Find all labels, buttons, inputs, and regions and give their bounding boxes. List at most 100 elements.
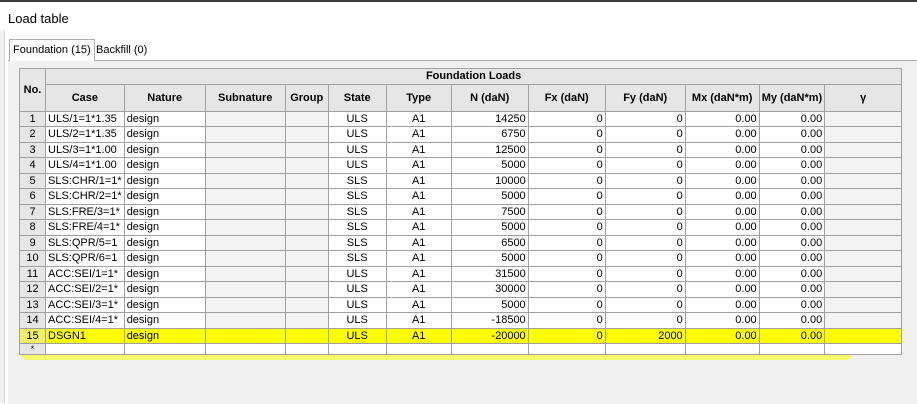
cell-gamma[interactable] [824,265,903,282]
cell-gamma[interactable] [824,281,903,298]
cell-group[interactable] [284,172,329,189]
cell-fx[interactable]: 0 [527,126,606,143]
row-number[interactable]: 9 [19,234,46,251]
cell-group[interactable] [284,296,329,313]
new-row-cell[interactable] [527,343,606,355]
cell-gamma[interactable] [824,141,903,158]
cell-subnature[interactable] [204,126,286,143]
cell-state[interactable]: ULS [327,110,387,127]
cell-mx[interactable]: 0.00 [684,312,760,329]
cell-state[interactable]: ULS [327,296,387,313]
cell-subnature[interactable] [204,265,286,282]
cell-subnature[interactable] [204,327,286,344]
cell-subnature[interactable] [204,157,286,174]
table-row[interactable]: 8 SLS:FRE/4=1* design SLS A1 5000 0 0 0.00 0.00 [19,219,903,236]
cell-type[interactable]: A1 [385,126,452,143]
cell-gamma[interactable] [824,172,903,189]
cell-nature[interactable]: design [123,265,206,282]
cell-case[interactable]: ACC:SEI/1=1* [45,265,125,282]
table-row[interactable]: 9 SLS:QPR/5=1 design SLS A1 6500 0 0 0.00 0.00 [19,234,903,251]
cell-mx[interactable]: 0.00 [684,265,760,282]
new-row-cell[interactable] [824,343,903,355]
cell-case[interactable]: ULS/1=1*1.35 [45,110,125,127]
new-row-cell[interactable] [385,343,452,355]
cell-n[interactable]: 5000 [450,157,529,174]
column-header-group[interactable]: Group [284,83,329,112]
cell-subnature[interactable] [204,250,286,267]
cell-nature[interactable]: design [123,126,206,143]
cell-case[interactable]: SLS:QPR/6=1 [45,250,125,267]
cell-nature[interactable]: design [123,312,206,329]
cell-my[interactable]: 0.00 [758,296,826,313]
cell-group[interactable] [284,219,329,236]
cell-subnature[interactable] [204,203,286,220]
cell-mx[interactable]: 0.00 [684,172,760,189]
cell-type[interactable]: A1 [385,250,452,267]
cell-type[interactable]: A1 [385,312,452,329]
cell-fx[interactable]: 0 [527,157,606,174]
cell-fy[interactable]: 0 [604,312,686,329]
cell-type[interactable]: A1 [385,188,452,205]
new-row-cell[interactable] [758,343,826,355]
new-row-cell[interactable] [123,343,206,355]
column-header-fx[interactable]: Fx (daN) [527,83,606,112]
row-number[interactable]: 1 [19,110,46,127]
cell-gamma[interactable] [824,234,903,251]
cell-gamma[interactable] [824,219,903,236]
column-header-gamma[interactable]: γ [824,83,903,112]
cell-fx[interactable]: 0 [527,296,606,313]
cell-gamma[interactable] [824,327,903,344]
cell-n[interactable]: 12500 [450,141,529,158]
cell-n[interactable]: 14250 [450,110,529,127]
table-row[interactable]: 3 ULS/3=1*1.00 design ULS A1 12500 0 0 0.00 0.00 [19,141,903,158]
cell-state[interactable]: SLS [327,219,387,236]
cell-case[interactable]: ULS/4=1*1.00 [45,157,125,174]
table-row[interactable]: 15 DSGN1 design ULS A1 -20000 0 2000 0.00 0.00 [19,327,903,344]
cell-case[interactable]: SLS:CHR/2=1* [45,188,125,205]
cell-n[interactable]: 5000 [450,250,529,267]
cell-fx[interactable]: 0 [527,141,606,158]
cell-type[interactable]: A1 [385,265,452,282]
cell-fy[interactable]: 0 [604,219,686,236]
cell-state[interactable]: SLS [327,188,387,205]
cell-mx[interactable]: 0.00 [684,219,760,236]
cell-type[interactable]: A1 [385,281,452,298]
new-row-cell[interactable] [604,343,686,355]
row-number[interactable]: 14 [19,312,46,329]
cell-group[interactable] [284,110,329,127]
cell-fy[interactable]: 2000 [604,327,686,344]
cell-case[interactable]: ACC:SEI/3=1* [45,296,125,313]
cell-my[interactable]: 0.00 [758,281,826,298]
table-row[interactable]: 13 ACC:SEI/3=1* design ULS A1 5000 0 0 0.00 0.00 [19,296,903,313]
cell-mx[interactable]: 0.00 [684,281,760,298]
cell-subnature[interactable] [204,296,286,313]
column-header-my[interactable]: My (daN*m) [758,83,826,112]
cell-fy[interactable]: 0 [604,234,686,251]
cell-n[interactable]: -18500 [450,312,529,329]
cell-mx[interactable]: 0.00 [684,188,760,205]
cell-fx[interactable]: 0 [527,250,606,267]
cell-group[interactable] [284,250,329,267]
no-column-header[interactable]: No. [19,68,46,112]
cell-gamma[interactable] [824,250,903,267]
cell-fy[interactable]: 0 [604,265,686,282]
row-number[interactable]: 10 [19,250,46,267]
cell-gamma[interactable] [824,157,903,174]
cell-subnature[interactable] [204,312,286,329]
cell-n[interactable]: 30000 [450,281,529,298]
cell-mx[interactable]: 0.00 [684,296,760,313]
cell-case[interactable]: ULS/3=1*1.00 [45,141,125,158]
table-row[interactable]: 1 ULS/1=1*1.35 design ULS A1 14250 0 0 0.00 0.00 [19,110,903,127]
cell-fx[interactable]: 0 [527,172,606,189]
cell-n[interactable]: 5000 [450,219,529,236]
cell-subnature[interactable] [204,141,286,158]
table-row[interactable]: 2 ULS/2=1*1.35 design ULS A1 6750 0 0 0.00 0.00 [19,126,903,143]
cell-my[interactable]: 0.00 [758,327,826,344]
cell-fy[interactable]: 0 [604,110,686,127]
cell-subnature[interactable] [204,281,286,298]
cell-fy[interactable]: 0 [604,141,686,158]
cell-mx[interactable]: 0.00 [684,126,760,143]
cell-my[interactable]: 0.00 [758,312,826,329]
cell-nature[interactable]: design [123,141,206,158]
cell-nature[interactable]: design [123,157,206,174]
